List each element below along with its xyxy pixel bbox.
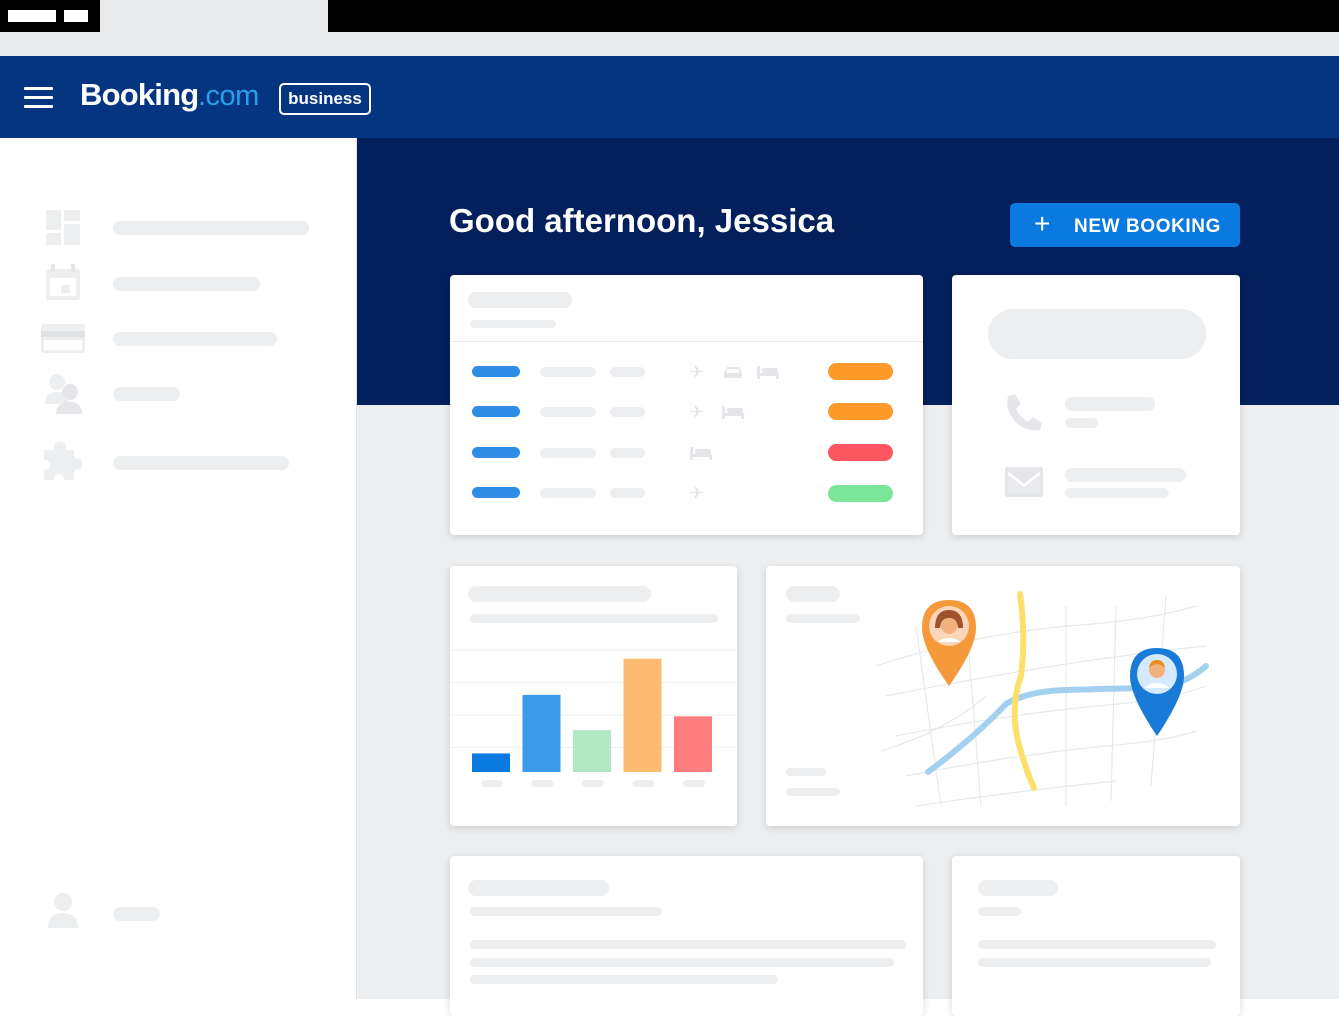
- page-title: Good afternoon, Jessica: [449, 202, 835, 239]
- card-divider: [450, 341, 923, 342]
- contact-card: [952, 275, 1240, 535]
- card-title: [978, 880, 1058, 896]
- new-booking-label: NEW BOOKING: [1074, 216, 1221, 237]
- sidebar-item-label: [113, 332, 277, 346]
- card-title: [468, 586, 651, 602]
- people-icon: [45, 374, 82, 414]
- card-subtitle: [470, 907, 662, 916]
- car-icon: [724, 367, 742, 378]
- sidebar-item-label: [113, 277, 260, 291]
- business-badge: business: [279, 83, 371, 115]
- calendar-icon: [46, 264, 80, 300]
- chart-bar[interactable]: [573, 730, 611, 772]
- browser-control[interactable]: [8, 10, 56, 22]
- plane-icon: ✈: [689, 402, 705, 422]
- bed-icon: [722, 406, 744, 419]
- chart-bar[interactable]: [472, 753, 510, 772]
- logo-tld: .com: [198, 80, 259, 112]
- sidebar-item-label: [113, 456, 289, 470]
- travelers-map-card: [766, 566, 1240, 826]
- dashboard-icon: [46, 210, 80, 245]
- status-badge: [828, 444, 893, 461]
- traveler-pin-icon[interactable]: [920, 598, 978, 688]
- upcoming-bookings-card: ✈ ✈ ✈: [450, 275, 923, 535]
- browser-active-tab[interactable]: [100, 0, 328, 32]
- chart-tick-label: [632, 780, 655, 787]
- card-title: [468, 880, 609, 896]
- plus-icon: +: [1034, 208, 1051, 239]
- user-avatar-icon: [48, 893, 78, 928]
- chart-tick-label: [531, 780, 554, 787]
- phone-icon[interactable]: [1002, 392, 1044, 434]
- chart-bar[interactable]: [522, 694, 561, 772]
- card-subtitle: [470, 614, 718, 623]
- bar-chart: [450, 649, 737, 787]
- contact-name: [988, 309, 1206, 359]
- plane-icon: ✈: [689, 362, 705, 382]
- new-booking-button[interactable]: + NEW BOOKING: [1010, 203, 1240, 247]
- logo-wordmark: Booking: [80, 77, 199, 112]
- summary-card: [952, 856, 1240, 1016]
- activity-card: [450, 856, 923, 1016]
- credit-card-icon: [41, 324, 85, 353]
- card-subtitle: [978, 907, 1021, 916]
- status-badge: [828, 403, 893, 420]
- mail-icon[interactable]: [1004, 465, 1044, 499]
- plane-icon: ✈: [689, 483, 705, 503]
- bed-icon: [690, 447, 712, 460]
- chart-bar[interactable]: [674, 716, 712, 772]
- chart-bar[interactable]: [623, 658, 662, 772]
- browser-control[interactable]: [64, 10, 88, 22]
- chart-tick-label: [582, 780, 604, 787]
- status-badge: [828, 485, 893, 502]
- traveler-pin-icon[interactable]: [1128, 646, 1186, 738]
- card-subtitle: [470, 320, 556, 328]
- spend-chart-card: [450, 566, 737, 826]
- chart-tick-label: [481, 780, 503, 787]
- puzzle-icon: [44, 442, 82, 480]
- card-title: [468, 292, 572, 308]
- sidebar-item-label: [113, 387, 180, 401]
- chart-tick-label: [683, 780, 705, 787]
- profile-name: [113, 907, 160, 921]
- sidebar-item-label: [113, 221, 309, 235]
- hamburger-icon[interactable]: [24, 87, 54, 109]
- status-badge: [828, 363, 893, 380]
- bed-icon: [757, 366, 779, 379]
